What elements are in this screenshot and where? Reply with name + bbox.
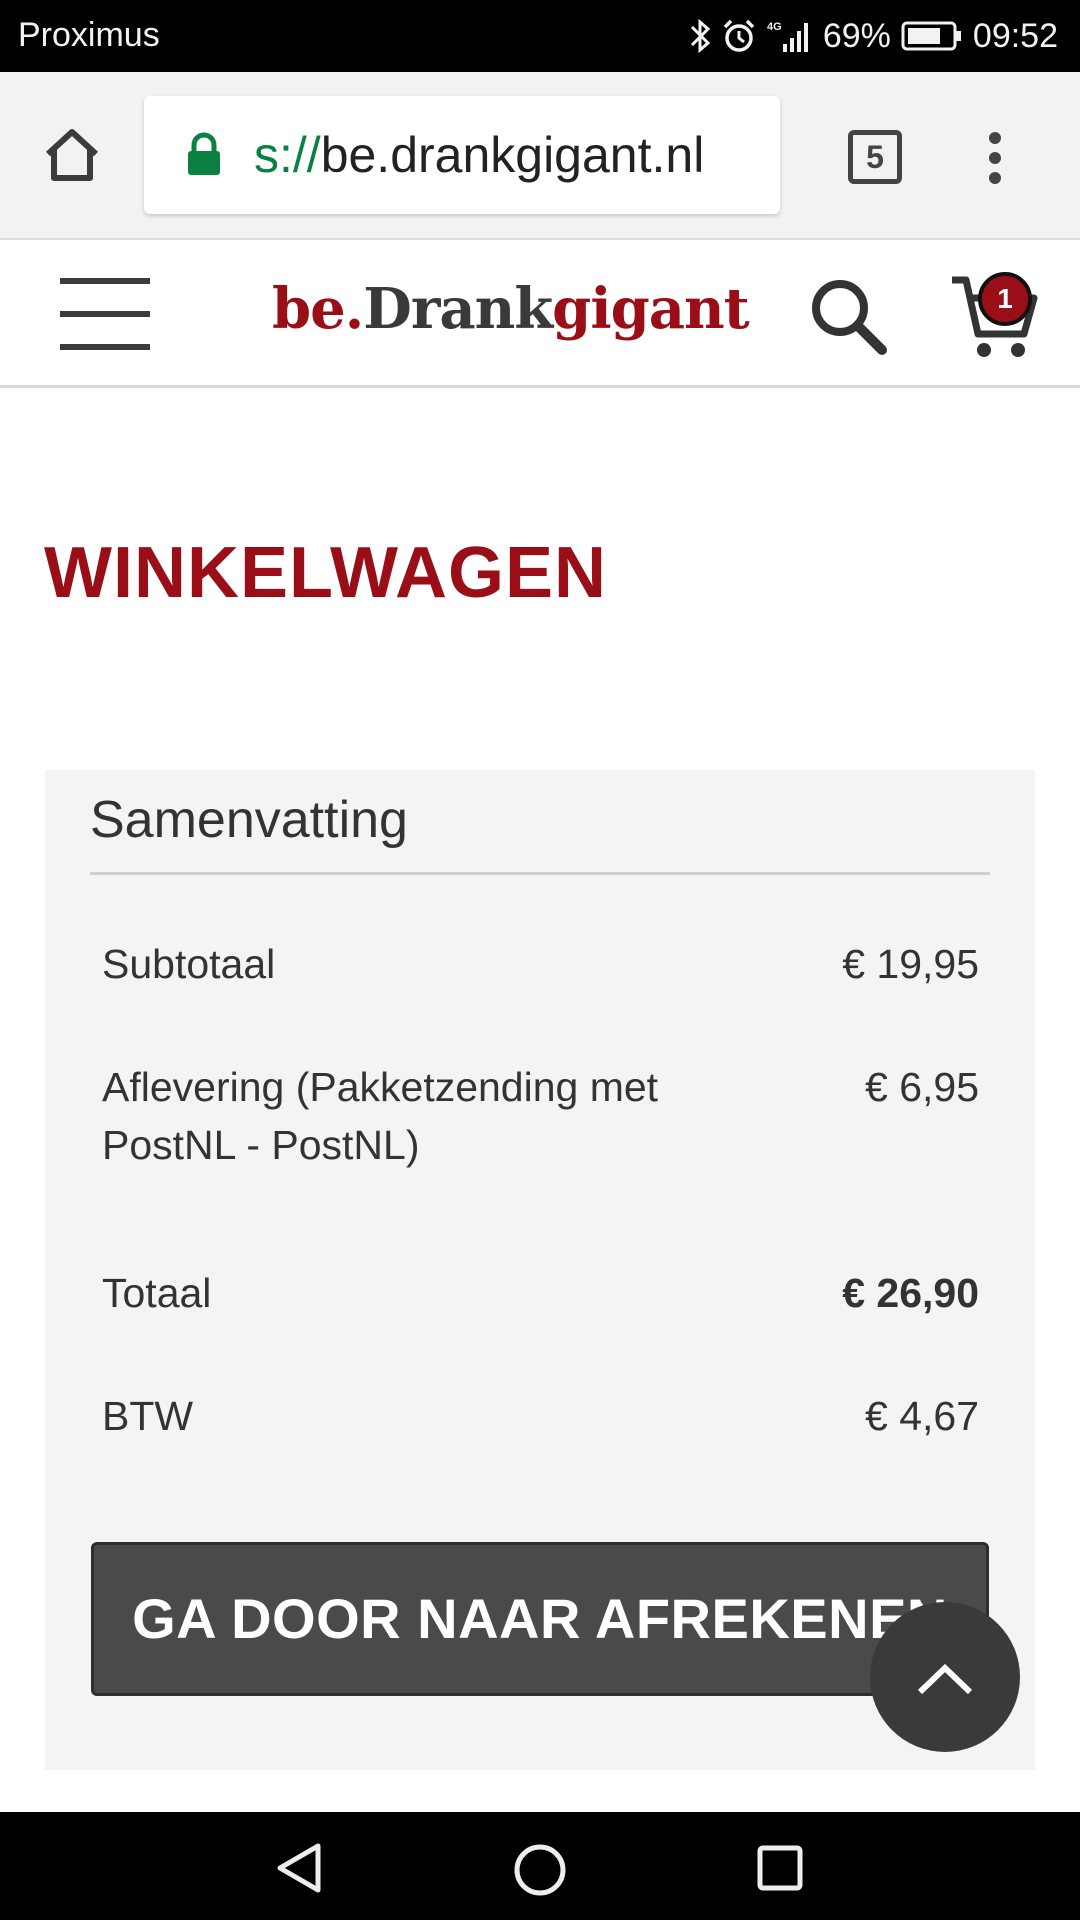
site-logo[interactable]: be.Drankgigant <box>272 276 750 342</box>
battery-percent: 69% <box>822 16 891 55</box>
status-bar: Proximus 4G 69% 09:52 <box>0 0 1080 72</box>
overflow-menu-icon[interactable] <box>980 128 1010 188</box>
lock-icon <box>184 132 224 183</box>
url-scheme: s:// <box>254 127 321 183</box>
logo-drank: Drank <box>363 276 553 342</box>
site-header: be.Drankgigant <box>0 242 1080 388</box>
home-circle-icon[interactable] <box>512 1842 568 1903</box>
carrier-name: Proximus <box>18 16 160 54</box>
vat-value: € 4,67 <box>865 1393 979 1439</box>
cart-count-badge: 1 <box>978 272 1032 326</box>
battery-icon <box>901 20 963 52</box>
network-type-label: 4G <box>767 21 782 33</box>
url-host: be.drankgigant.nl <box>320 127 705 183</box>
clock: 09:52 <box>972 16 1058 55</box>
logo-gigant: gigant <box>552 276 749 342</box>
home-button[interactable] <box>40 124 104 188</box>
page-title: WINKELWAGEN <box>44 533 607 613</box>
delivery-value: € 6,95 <box>865 1064 979 1110</box>
total-value: € 26,90 <box>842 1270 979 1316</box>
search-icon[interactable] <box>806 274 890 358</box>
bluetooth-icon <box>689 18 711 54</box>
signal-icon: 4G <box>767 18 813 54</box>
checkout-button[interactable]: GA DOOR NAAR AFREKENEN <box>91 1542 989 1696</box>
recent-apps-icon[interactable] <box>756 1844 804 1897</box>
tabs-icon[interactable]: 5 <box>848 130 902 184</box>
divider <box>90 872 990 875</box>
subtotal-value: € 19,95 <box>842 941 979 987</box>
url-text: s://be.drankgigant.nl <box>254 126 704 184</box>
system-navigation-bar <box>0 1812 1080 1920</box>
delivery-label: Aflevering (Pakketzending met PostNL - P… <box>102 1064 659 1168</box>
subtotal-label: Subtotaal <box>102 941 276 987</box>
total-label: Totaal <box>102 1270 212 1316</box>
logo-prefix: be. <box>272 276 364 342</box>
chevron-up-icon <box>917 1663 973 1695</box>
hamburger-menu-icon[interactable] <box>60 278 150 350</box>
alarm-icon <box>721 18 757 54</box>
vat-label: BTW <box>102 1393 194 1439</box>
browser-toolbar: s://be.drankgigant.nl 5 <box>0 72 1080 240</box>
back-icon[interactable] <box>274 1842 324 1899</box>
summary-heading: Samenvatting <box>90 791 408 849</box>
address-bar[interactable]: s://be.drankgigant.nl <box>144 96 780 214</box>
status-icons: 4G 69% 09:52 <box>689 12 1058 60</box>
home-icon <box>45 129 99 181</box>
scroll-to-top-button[interactable] <box>870 1602 1020 1752</box>
